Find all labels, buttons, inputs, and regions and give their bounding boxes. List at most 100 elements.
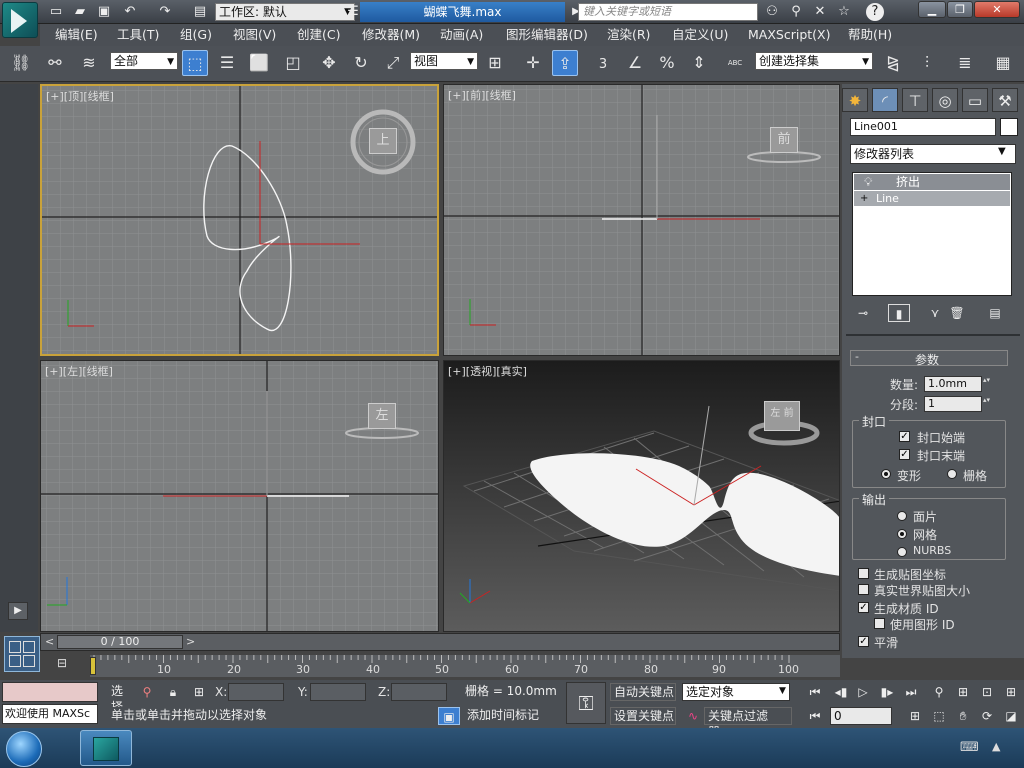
mini-curve-editor-icon[interactable]: ⊟	[52, 656, 72, 674]
lightbulb-icon[interactable]: 💡︎	[864, 174, 872, 190]
menu-create[interactable]: 创建(C)	[297, 26, 340, 44]
menu-customize[interactable]: 自定义(U)	[672, 26, 728, 44]
select-object-icon[interactable]: ⬚	[182, 50, 208, 76]
orbit-icon[interactable]: ⟳	[976, 707, 998, 725]
time-slider-prev-icon[interactable]: <	[45, 635, 54, 648]
edit-named-selection-icon[interactable]: ABC	[722, 50, 748, 76]
viewport-perspective[interactable]: 左 前 [+][透视][真实]	[443, 360, 840, 632]
minimize-button[interactable]: ▁	[918, 1, 946, 18]
menu-views[interactable]: 视图(V)	[233, 26, 276, 44]
viewport-perspective-label[interactable]: [+][透视][真实]	[448, 363, 527, 379]
layer-manager-icon[interactable]: ≣	[952, 50, 978, 76]
close-button[interactable]: ✕	[974, 1, 1020, 18]
menu-edit[interactable]: 编辑(E)	[55, 26, 98, 44]
go-to-end-icon[interactable]: ⏭	[900, 683, 922, 701]
pin-stack-icon[interactable]: ⊸	[852, 304, 874, 322]
mirror-icon[interactable]: ⧎	[880, 50, 906, 76]
x-coord-field[interactable]	[228, 683, 284, 701]
expand-panel-icon[interactable]: ▶	[8, 602, 28, 620]
selection-filter-dropdown[interactable]: 全部	[110, 52, 178, 70]
real-world-map-size-checkbox[interactable]	[858, 584, 869, 595]
help-icon[interactable]: ?	[866, 3, 884, 21]
select-and-move-icon[interactable]: ✥	[316, 50, 342, 76]
isolate-selection-icon[interactable]: ⚲	[136, 683, 158, 701]
set-key-mode-key-icon[interactable]: ⚿	[566, 682, 606, 724]
use-shape-ids-checkbox[interactable]	[874, 618, 885, 629]
modifier-list-dropdown[interactable]: 修改器列表	[850, 144, 1016, 164]
auto-key-button[interactable]: 自动关键点	[610, 683, 676, 701]
segments-spinner[interactable]: 1	[924, 396, 995, 412]
generate-mapping-coords-checkbox[interactable]	[858, 568, 869, 579]
time-slider-next-icon[interactable]: >	[186, 635, 195, 648]
key-target-dropdown[interactable]: 选定对象	[682, 683, 790, 701]
menu-graph-editors[interactable]: 图形编辑器(D)	[506, 26, 588, 44]
time-slider-thumb[interactable]: 0 / 100	[57, 635, 183, 649]
amount-spinner[interactable]: 1.0mm	[924, 376, 995, 392]
time-slider[interactable]: < 0 / 100 >	[40, 633, 840, 651]
maxscript-listener-input[interactable]: 欢迎使用 MAXSc	[2, 704, 98, 724]
snaps-toggle-icon[interactable]: 3	[590, 50, 616, 76]
morph-radio[interactable]	[881, 469, 891, 479]
show-end-result-icon[interactable]: ▮	[888, 304, 910, 322]
y-coord-field[interactable]	[310, 683, 366, 701]
zoom-extents-icon[interactable]: ⊡	[976, 683, 998, 701]
maxscript-listener-pink[interactable]	[2, 682, 98, 702]
cap-start-checkbox[interactable]: ✓	[899, 431, 910, 442]
search-input[interactable]: 键入关键字或短语	[578, 3, 758, 21]
named-selection-dropdown[interactable]: 创建选择集	[755, 52, 873, 70]
key-filters-button[interactable]: 关键点过滤器...	[704, 707, 792, 739]
redo-icon[interactable]: ↷	[155, 3, 175, 21]
modifier-stack-item-line[interactable]: + Line	[854, 191, 1010, 206]
time-configuration-icon[interactable]: ⊞	[904, 707, 926, 725]
favorites-star-icon[interactable]: ☆	[834, 3, 854, 21]
utilities-tab-icon[interactable]: ⚒	[992, 88, 1018, 112]
keyboard-shortcut-override-icon[interactable]: ⇪	[552, 50, 578, 76]
current-frame-field[interactable]: 0	[830, 707, 892, 725]
manipulate-icon[interactable]: ✛	[520, 50, 546, 76]
create-tab-icon[interactable]: ✸	[842, 88, 868, 112]
menu-tools[interactable]: 工具(T)	[117, 26, 159, 44]
taskbar-3dsmax-icon[interactable]	[80, 730, 132, 766]
field-of-view-icon[interactable]: ⬚	[928, 707, 950, 725]
viewport-front[interactable]: 前 [+][前][线框]	[443, 84, 840, 356]
viewcube-front[interactable]: 前	[770, 127, 798, 153]
play-icon[interactable]: ▷	[852, 683, 874, 701]
percent-snap-icon[interactable]: %	[654, 50, 680, 76]
nurbs-radio[interactable]	[897, 547, 907, 557]
viewport-top[interactable]: 上 [+][顶][线框]	[40, 84, 439, 356]
object-name-input[interactable]: Line001	[850, 118, 996, 136]
new-file-icon[interactable]: ▭	[46, 3, 66, 21]
viewport-left[interactable]: 左 [+][左][线框]	[40, 360, 439, 632]
key-mode-toggle-icon[interactable]: ⏮	[804, 707, 826, 725]
app-logo-icon[interactable]	[2, 2, 38, 38]
workspace-dropdown[interactable]: 工作区: 默认	[215, 3, 355, 21]
save-icon[interactable]: ▣	[94, 3, 114, 21]
smooth-checkbox[interactable]: ✓	[858, 636, 869, 647]
viewport-front-label[interactable]: [+][前][线框]	[448, 87, 516, 103]
go-to-start-icon[interactable]: ⏮	[804, 683, 826, 701]
expand-plus-icon[interactable]: +	[860, 191, 868, 206]
hierarchy-tab-icon[interactable]: ⊤	[902, 88, 928, 112]
menu-rendering[interactable]: 渲染(R)	[607, 26, 650, 44]
current-frame-marker[interactable]	[90, 657, 96, 675]
select-and-scale-icon[interactable]: ⤢	[380, 50, 406, 76]
menu-group[interactable]: 组(G)	[180, 26, 212, 44]
select-and-link-icon[interactable]: ⛓	[8, 50, 34, 76]
unlink-icon[interactable]: ⚯	[42, 50, 68, 76]
graphite-toolbar-icon[interactable]: ▦	[990, 50, 1016, 76]
viewcube-top[interactable]: 上	[369, 128, 397, 154]
viewport-left-label[interactable]: [+][左][线框]	[45, 363, 113, 379]
z-coord-field[interactable]	[391, 683, 447, 701]
maximize-viewport-icon[interactable]: ◪	[1000, 707, 1022, 725]
zoom-icon[interactable]: ⚲	[928, 683, 950, 701]
align-icon[interactable]: ⫶	[914, 50, 940, 76]
time-tag-icon[interactable]: ▣	[438, 707, 460, 725]
remove-modifier-icon[interactable]: 🗑︎	[946, 304, 968, 322]
set-key-button[interactable]: 设置关键点	[610, 707, 676, 725]
menu-maxscript[interactable]: MAXScript(X)	[748, 26, 830, 44]
viewcube-left[interactable]: 左	[368, 403, 396, 429]
modifier-stack-item-extrude[interactable]: 💡︎ 挤出	[854, 174, 1010, 190]
track-bar[interactable]: 10 20 30 40 50 60 70 80 90 100	[90, 655, 840, 677]
bind-to-space-warp-icon[interactable]: ≋	[76, 50, 102, 76]
mesh-radio[interactable]	[897, 529, 907, 539]
